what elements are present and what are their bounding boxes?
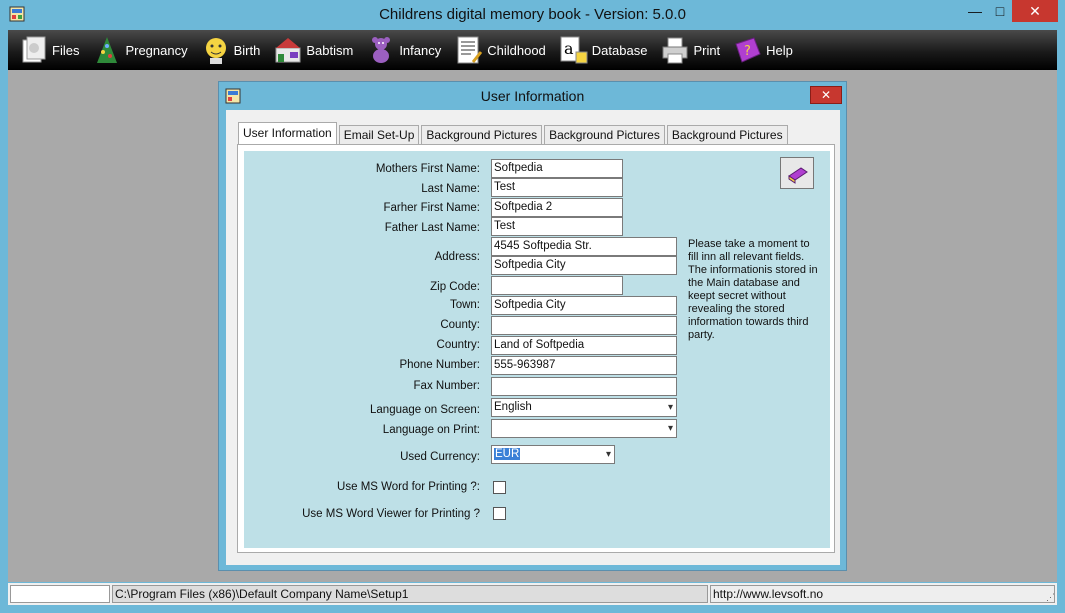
resize-grip-icon[interactable]: ⋰ — [1046, 592, 1055, 603]
menu-pregnancy[interactable]: Pregnancy — [91, 30, 188, 70]
country-input[interactable]: Land of Softpedia — [491, 336, 677, 355]
address-line1-input[interactable]: 4545 Softpedia Str. — [491, 237, 677, 256]
use-ms-word-viewer-label: Use MS Word Viewer for Printing ? — [302, 508, 480, 520]
tab-strip: User Information Email Set-Up Background… — [238, 122, 790, 144]
menu-label: Help — [766, 42, 793, 58]
language-screen-value: English — [494, 401, 532, 413]
chevron-down-icon: ▾ — [667, 423, 673, 434]
close-button[interactable]: ✕ — [1012, 0, 1058, 22]
babtism-icon — [275, 38, 301, 63]
mothers-first-name-input[interactable]: Softpedia — [491, 159, 623, 178]
currency-value: EUR — [494, 448, 521, 460]
menu-bar: Files Pregnancy Birth Babtism Infancy Ch… — [8, 30, 1057, 70]
use-ms-word-checkbox[interactable] — [493, 481, 506, 494]
book-icon — [788, 167, 808, 184]
father-first-name-input[interactable]: Softpedia 2 — [491, 198, 623, 217]
language-print-label: Language on Print: — [382, 424, 480, 436]
birth-icon — [205, 38, 226, 64]
menu-print[interactable]: Print — [659, 30, 720, 70]
menu-database[interactable]: a Database — [558, 30, 648, 70]
pregnancy-icon — [97, 37, 118, 63]
title-bar: Childrens digital memory book - Version:… — [0, 0, 1065, 30]
language-print-select[interactable]: ▾ — [491, 419, 677, 438]
mothers-first-name-label: Mothers First Name: — [375, 163, 480, 175]
info-text: Please take a moment to fill inn all rel… — [688, 238, 818, 341]
status-url: http://www.levsoft.no — [710, 585, 1055, 603]
town-input[interactable]: Softpedia City — [491, 296, 677, 315]
window-title: Childrens digital memory book - Version:… — [379, 6, 686, 23]
infancy-icon — [372, 37, 391, 63]
zip-code-input[interactable] — [491, 276, 623, 295]
tab-email-setup[interactable]: Email Set-Up — [338, 125, 420, 144]
status-bar: C:\Program Files (x86)\Default Company N… — [8, 583, 1057, 605]
form-area: Mothers First Name: Softpedia Last Name:… — [244, 151, 830, 548]
zip-code-label: Zip Code: — [430, 281, 480, 293]
language-screen-label: Language on Screen: — [370, 404, 480, 416]
book-button[interactable] — [780, 157, 814, 189]
language-screen-select[interactable]: English ▾ — [491, 398, 677, 417]
tab-background-pictures-1[interactable]: Background Pictures — [421, 125, 543, 144]
status-panel-blank — [10, 585, 110, 603]
menu-label: Database — [591, 42, 648, 58]
tab-background-pictures-3[interactable]: Background Pictures — [666, 125, 788, 144]
menu-label: Files — [52, 42, 80, 58]
menu-label: Print — [693, 42, 721, 58]
dialog-close-button[interactable]: ✕ — [810, 86, 842, 104]
use-ms-word-viewer-checkbox[interactable] — [493, 507, 506, 520]
dialog-title-bar: User Information ✕ — [219, 82, 846, 110]
database-icon: a — [560, 36, 588, 64]
menu-babtism[interactable]: Babtism — [272, 30, 353, 70]
dialog-body: User Information Email Set-Up Background… — [226, 110, 840, 565]
father-last-name-label: Father Last Name: — [384, 222, 480, 234]
menu-label: Birth — [233, 42, 261, 58]
childhood-icon — [457, 36, 483, 64]
county-input[interactable] — [491, 316, 677, 335]
father-last-name-input[interactable]: Test — [491, 217, 623, 236]
svg-text:a: a — [564, 39, 574, 58]
status-path: C:\Program Files (x86)\Default Company N… — [112, 585, 708, 603]
last-name-input[interactable]: Test — [491, 178, 623, 197]
town-label: Town: — [449, 299, 480, 311]
chevron-down-icon: ▾ — [667, 402, 673, 413]
tab-background-pictures-2[interactable]: Background Pictures — [544, 125, 665, 144]
tab-panel: Mothers First Name: Softpedia Last Name:… — [237, 144, 835, 553]
menu-label: Childhood — [487, 42, 546, 58]
dialog-title: User Information — [480, 88, 585, 104]
phone-number-input[interactable]: 555-963987 — [491, 356, 677, 375]
menu-birth[interactable]: Birth — [200, 30, 261, 70]
currency-label: Used Currency: — [400, 451, 480, 463]
svg-text:?: ? — [744, 44, 751, 59]
fax-number-input[interactable] — [491, 377, 677, 396]
minimize-button[interactable]: — — [962, 0, 988, 22]
address-line2-input[interactable]: Softpedia City — [491, 256, 677, 275]
menu-label: Pregnancy — [125, 42, 188, 58]
last-name-label: Last Name: — [421, 183, 480, 195]
address-label: Address: — [434, 251, 480, 263]
menu-label: Babtism — [306, 42, 354, 58]
phone-number-label: Phone Number: — [399, 359, 480, 371]
county-label: County: — [440, 319, 480, 331]
user-information-dialog: User Information ✕ User Information Emai… — [218, 81, 847, 571]
maximize-button[interactable]: □ — [988, 0, 1012, 22]
use-ms-word-label: Use MS Word for Printing ?: — [337, 481, 480, 493]
menu-help[interactable]: ? Help — [732, 30, 793, 70]
menu-files[interactable]: Files — [18, 30, 79, 70]
menu-label: Infancy — [399, 42, 442, 58]
app-window: Childrens digital memory book - Version:… — [0, 0, 1065, 613]
menu-childhood[interactable]: Childhood — [453, 30, 546, 70]
fax-number-label: Fax Number: — [413, 380, 480, 392]
currency-select[interactable]: EUR ▾ — [491, 445, 615, 464]
help-icon: ? — [735, 37, 761, 63]
father-first-name-label: Farher First Name: — [383, 202, 481, 214]
country-label: Country: — [436, 339, 480, 351]
tab-user-information[interactable]: User Information — [238, 122, 337, 144]
menu-infancy[interactable]: Infancy — [365, 30, 441, 70]
chevron-down-icon: ▾ — [605, 449, 611, 460]
files-icon — [22, 36, 46, 63]
print-icon — [662, 37, 688, 64]
